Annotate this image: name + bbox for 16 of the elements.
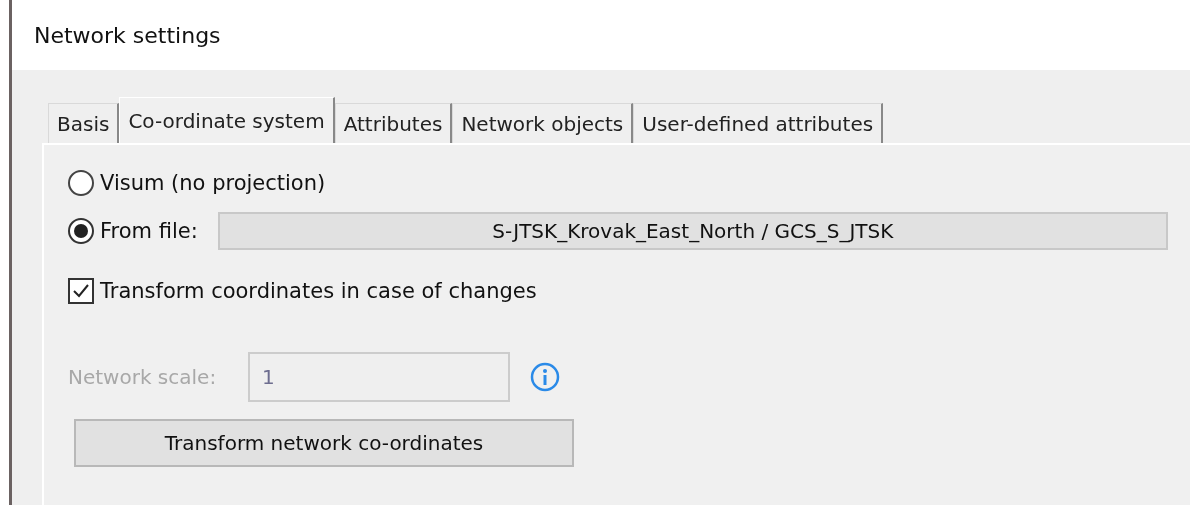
- tab[interactable]: Co-ordinate system: [119, 97, 335, 143]
- radio-button[interactable]: [68, 218, 94, 244]
- field-label: Network scale:: [68, 365, 218, 389]
- file-button[interactable]: S-JTSK_Krovak_East_North / GCS_S_JTSK: [217, 212, 1168, 250]
- radio-label: From file:: [100, 219, 198, 243]
- radio-label: Visum (no projection): [100, 171, 326, 195]
- window-title: Network settings: [34, 22, 221, 48]
- transform-button[interactable]: Transform network co-ordinates: [74, 419, 574, 467]
- checkbox[interactable]: [68, 278, 94, 304]
- tab[interactable]: User-defined attributes: [633, 103, 884, 143]
- tab[interactable]: Basis: [48, 103, 120, 143]
- checkbox-label: Transform coordinates in case of changes: [100, 279, 537, 303]
- tab[interactable]: Network objects: [452, 103, 634, 143]
- tab[interactable]: Attributes: [334, 103, 453, 143]
- info-icon[interactable]: [530, 362, 560, 392]
- radio-button[interactable]: [68, 170, 94, 196]
